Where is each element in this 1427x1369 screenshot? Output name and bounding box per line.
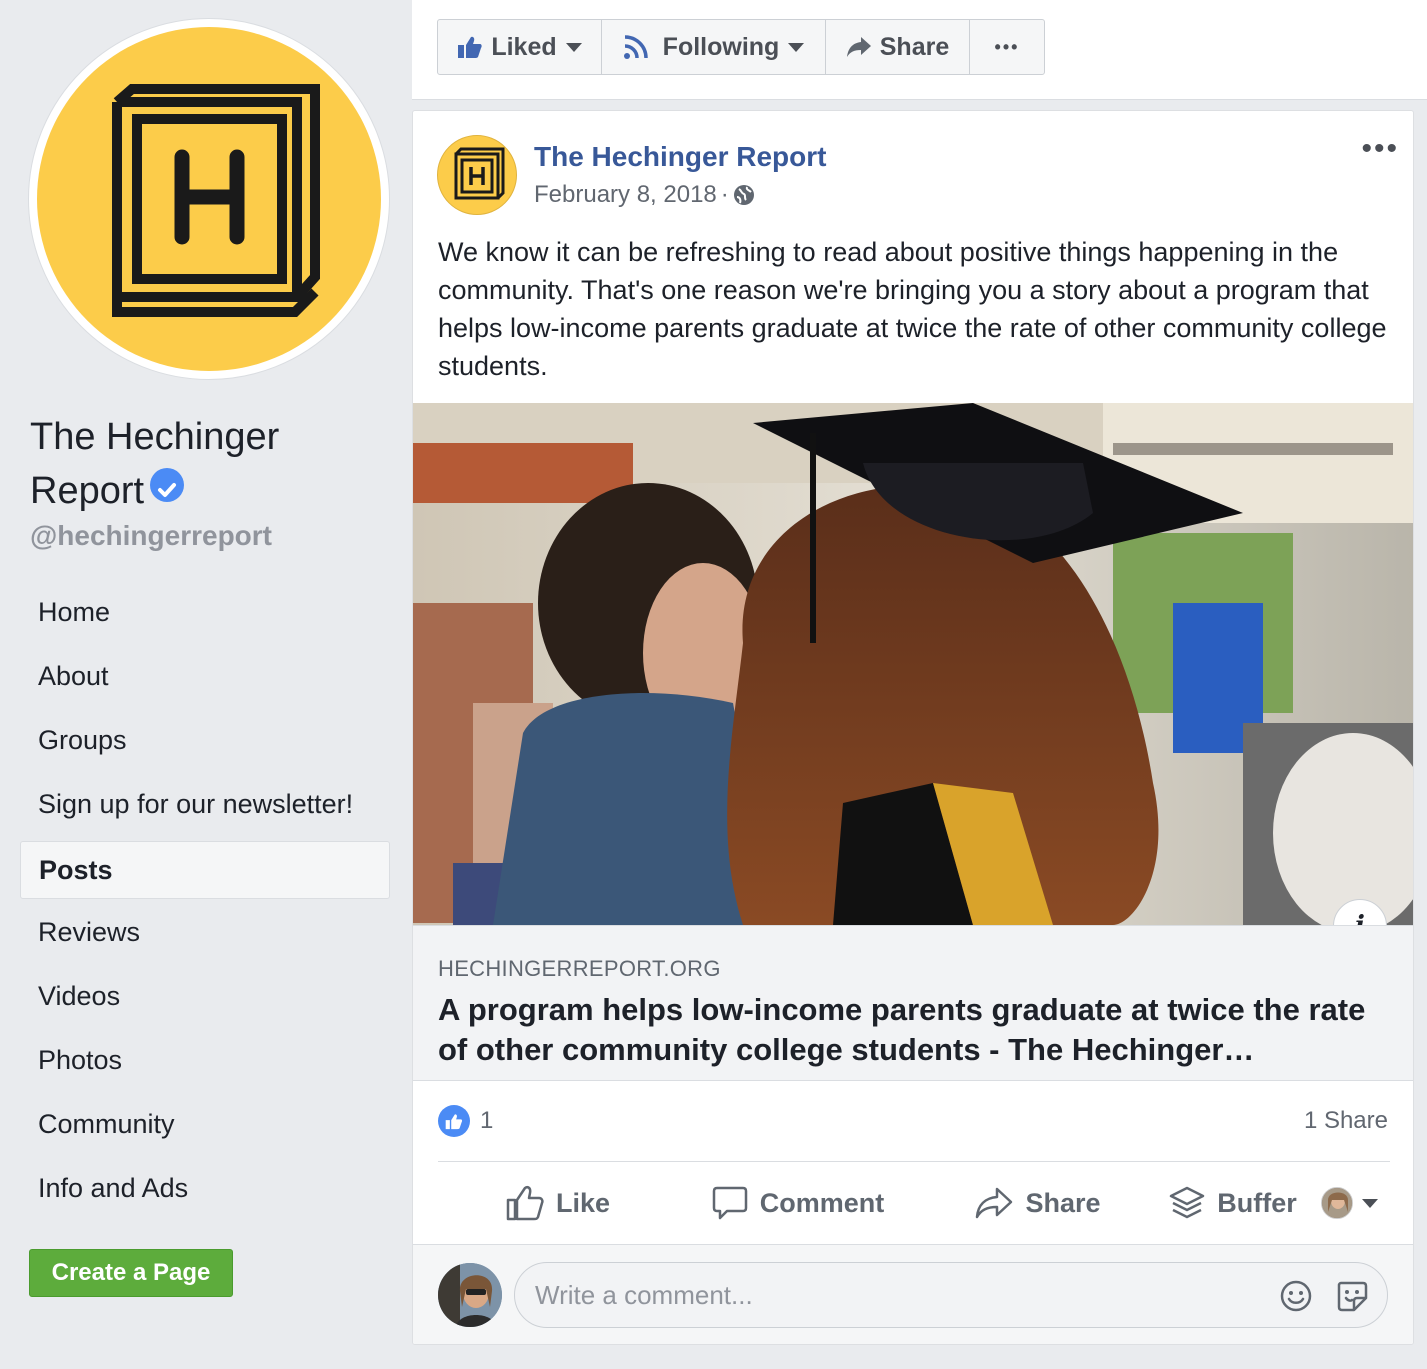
like-thumb-icon: [458, 36, 483, 58]
like-reaction-icon: [438, 1105, 470, 1137]
page-title-line1: The Hechinger: [30, 416, 280, 458]
sticker-icon[interactable]: [1335, 1279, 1369, 1318]
link-domain: HECHINGERREPORT.ORG: [438, 956, 721, 981]
graduation-photo: [413, 403, 1413, 925]
like-thumb-icon: [506, 1185, 544, 1221]
nav-item-home[interactable]: Home: [20, 582, 390, 646]
comment-box: [514, 1262, 1388, 1328]
like-button[interactable]: Like: [438, 1162, 678, 1244]
share-label: Share: [1025, 1187, 1101, 1218]
share-arrow-icon: [846, 37, 871, 57]
nav-item-newsletter[interactable]: Sign up for our newsletter!: [20, 774, 390, 838]
page-title: The Hechinger Report: [30, 410, 400, 518]
link-preview-meta[interactable]: HECHINGERREPORT.ORG A program helps low-…: [413, 925, 1413, 1081]
hechinger-logo-icon: [112, 84, 320, 317]
page-title-line2: Report: [30, 470, 145, 512]
comment-label: Comment: [759, 1187, 885, 1218]
more-options-button[interactable]: •••: [970, 20, 1044, 74]
reaction-summary[interactable]: 1: [438, 1101, 493, 1141]
chevron-down-icon: [1361, 1198, 1378, 1208]
post-action-bar: Like Comment Share Buffer: [438, 1162, 1390, 1244]
share-count[interactable]: 1 Share: [1304, 1107, 1388, 1135]
user-avatar-small: [1320, 1187, 1353, 1219]
following-button[interactable]: Following: [602, 20, 826, 74]
more-dots-icon: •••: [994, 36, 1020, 57]
chevron-down-icon: [788, 42, 805, 52]
nav-item-photos[interactable]: Photos: [20, 1030, 390, 1094]
nav-item-groups[interactable]: Groups: [20, 710, 390, 774]
post-timestamp[interactable]: February 8, 2018 ·: [534, 181, 755, 209]
verified-check-icon: [150, 468, 185, 502]
post-date-text: February 8, 2018: [534, 181, 717, 208]
post-card: The Hechinger Report February 8, 2018 · •…: [412, 110, 1414, 1345]
following-label: Following: [662, 32, 780, 61]
emoji-icon[interactable]: [1279, 1279, 1313, 1318]
like-label: Like: [555, 1187, 611, 1218]
share-arrow-icon: [976, 1187, 1013, 1219]
chevron-down-icon: [565, 42, 582, 52]
nav-item-videos[interactable]: Videos: [20, 966, 390, 1030]
comment-button[interactable]: Comment: [678, 1162, 918, 1244]
page-handle[interactable]: @hechingerreport: [30, 520, 272, 552]
comment-bubble-icon: [712, 1186, 747, 1220]
buffer-stack-icon: [1170, 1186, 1205, 1219]
liked-label: Liked: [491, 32, 557, 61]
nav-item-info-and-ads[interactable]: Info and Ads: [20, 1158, 390, 1222]
nav-item-community[interactable]: Community: [20, 1094, 390, 1158]
hechinger-logo-icon: [454, 147, 505, 200]
post-body-text: We know it can be refreshing to read abo…: [438, 237, 1387, 381]
rss-following-icon: [623, 35, 648, 59]
page-action-button-group: Liked Following Share •••: [437, 19, 1045, 75]
post-as-selector[interactable]: [1308, 1162, 1390, 1244]
share-page-label: Share: [879, 32, 950, 61]
nav-item-reviews[interactable]: Reviews: [20, 902, 390, 966]
share-button[interactable]: Share: [918, 1162, 1158, 1244]
post-options-button[interactable]: •••: [1361, 134, 1399, 164]
comment-composer: [413, 1245, 1413, 1344]
current-user-avatar[interactable]: [438, 1263, 502, 1327]
liked-button[interactable]: Liked: [438, 20, 602, 74]
link-preview-image[interactable]: [413, 403, 1413, 925]
create-page-button[interactable]: Create a Page: [29, 1249, 233, 1297]
separator-dot: ·: [720, 181, 729, 208]
page-nav: Home About Groups Sign up for our newsle…: [20, 582, 390, 1222]
like-count: 1: [480, 1107, 494, 1134]
buffer-button[interactable]: Buffer: [1158, 1162, 1308, 1244]
link-title: A program helps low-income parents gradu…: [438, 992, 1366, 1067]
page-sidebar: The Hechinger Report @hechingerreport Ho…: [0, 0, 412, 1369]
page-profile-picture[interactable]: [28, 18, 390, 380]
post-author-avatar[interactable]: [437, 135, 517, 215]
page-action-bar: Liked Following Share •••: [412, 0, 1427, 100]
nav-item-posts[interactable]: Posts: [20, 841, 390, 899]
nav-item-about[interactable]: About: [20, 646, 390, 710]
share-page-button[interactable]: Share: [826, 20, 970, 74]
post-author-name[interactable]: The Hechinger Report: [534, 141, 826, 173]
buffer-label: Buffer: [1217, 1187, 1297, 1218]
hechinger-logo: [37, 27, 381, 371]
globe-icon: [733, 185, 754, 205]
comment-input[interactable]: [535, 1263, 1235, 1327]
